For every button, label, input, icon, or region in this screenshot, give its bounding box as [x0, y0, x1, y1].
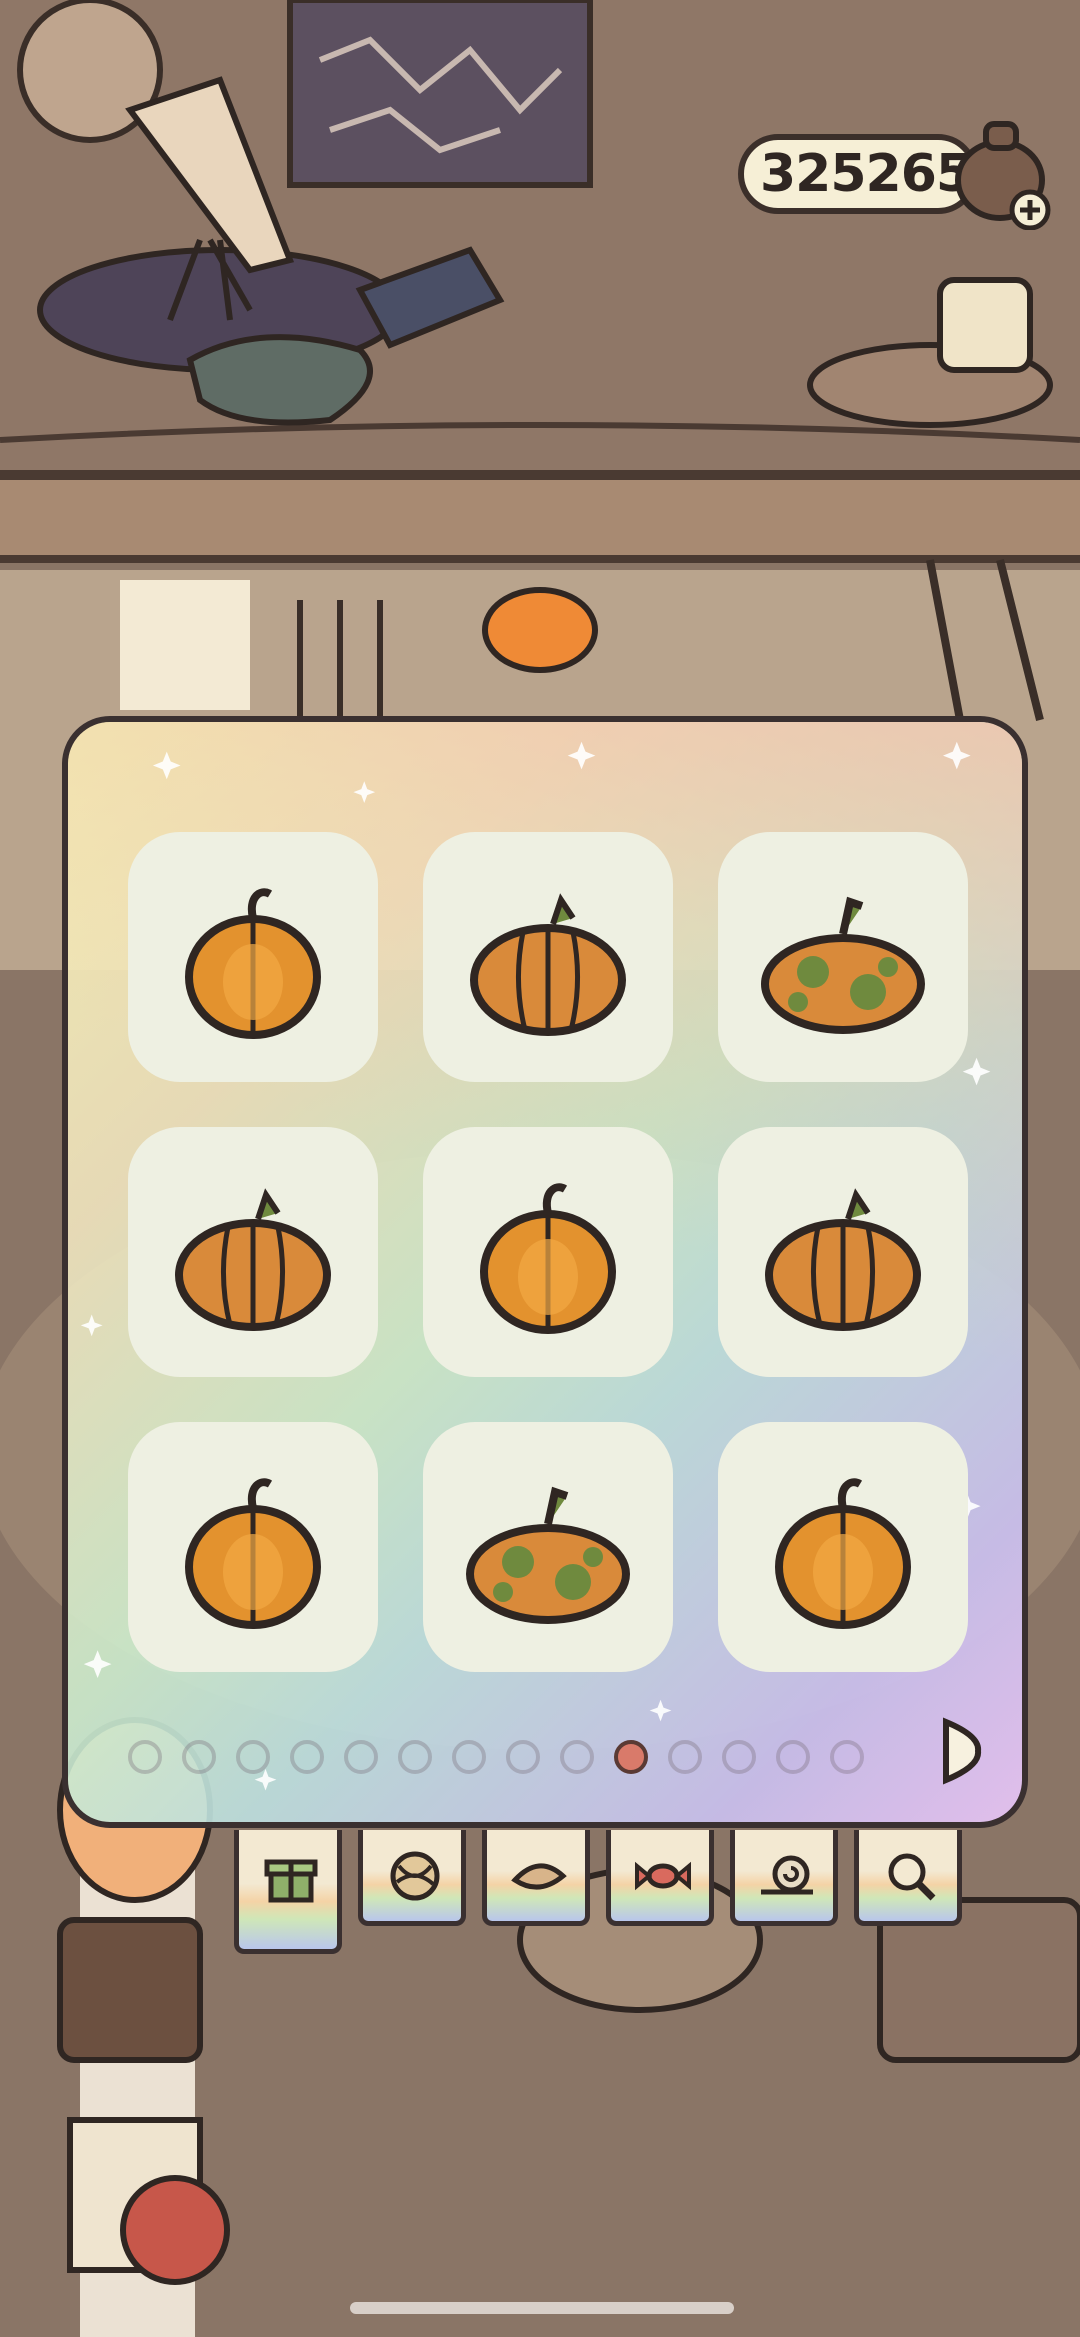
- tab-magnifier[interactable]: [854, 1830, 962, 1926]
- tab-gift[interactable]: [234, 1830, 342, 1954]
- tab-snail[interactable]: [730, 1830, 838, 1926]
- spotted-green-pumpkin-icon: [761, 896, 925, 1034]
- page-dot[interactable]: [128, 1740, 162, 1774]
- item-slot-5[interactable]: [423, 1127, 673, 1377]
- leaf-icon: [511, 1863, 567, 1890]
- star-map: [287, 0, 593, 188]
- home-indicator[interactable]: [350, 2302, 734, 2314]
- chevron-right-icon[interactable]: [940, 1716, 984, 1786]
- spotted-green-pumpkin-icon: [466, 1486, 630, 1624]
- inventory-panel: [62, 716, 1028, 1828]
- page-dot[interactable]: [776, 1740, 810, 1774]
- page-dot[interactable]: [506, 1740, 540, 1774]
- page-dot[interactable]: [722, 1740, 756, 1774]
- item-slot-6[interactable]: [718, 1127, 968, 1377]
- page-dot[interactable]: [290, 1740, 324, 1774]
- yarn-ball-icon: [390, 1851, 440, 1901]
- page-dot[interactable]: [830, 1740, 864, 1774]
- page-dot-active[interactable]: [614, 1740, 648, 1774]
- page-dot[interactable]: [398, 1740, 432, 1774]
- round-orange-pumpkin-icon: [775, 1478, 911, 1629]
- item-slot-2[interactable]: [423, 832, 673, 1082]
- page-dot[interactable]: [182, 1740, 216, 1774]
- wide-orange-pumpkin-icon: [765, 1188, 921, 1331]
- coin-bag-icon[interactable]: [948, 110, 1058, 230]
- goldfish-ornament: [482, 587, 598, 673]
- tab-leaf[interactable]: [482, 1830, 590, 1926]
- apple: [120, 2175, 230, 2285]
- item-slot-3[interactable]: [718, 832, 968, 1082]
- item-slot-4[interactable]: [128, 1127, 378, 1377]
- gift-icon: [264, 1859, 318, 1903]
- coin-counter: 325265: [738, 134, 978, 214]
- candy-icon: [635, 1861, 691, 1891]
- page-dot[interactable]: [560, 1740, 594, 1774]
- round-orange-pumpkin-icon: [185, 1478, 321, 1629]
- round-orange-pumpkin-icon: [185, 888, 321, 1039]
- magnifier-icon: [888, 1853, 936, 1901]
- tab-candy[interactable]: [606, 1830, 714, 1926]
- page-dot[interactable]: [452, 1740, 486, 1774]
- page-dot[interactable]: [344, 1740, 378, 1774]
- tab-yarn-ball[interactable]: [358, 1830, 466, 1926]
- wide-orange-pumpkin-icon: [175, 1188, 331, 1331]
- item-slot-1[interactable]: [128, 832, 378, 1082]
- item-slot-9[interactable]: [718, 1422, 968, 1672]
- item-slot-7[interactable]: [128, 1422, 378, 1672]
- coin-value: 325265: [760, 144, 972, 204]
- wide-orange-pumpkin-icon: [470, 893, 626, 1036]
- item-slot-8[interactable]: [423, 1422, 673, 1672]
- snail-icon: [761, 1855, 813, 1895]
- category-tabs: [234, 1830, 984, 1960]
- page-dot[interactable]: [236, 1740, 270, 1774]
- page-dot[interactable]: [668, 1740, 702, 1774]
- round-orange-pumpkin-icon: [480, 1183, 616, 1334]
